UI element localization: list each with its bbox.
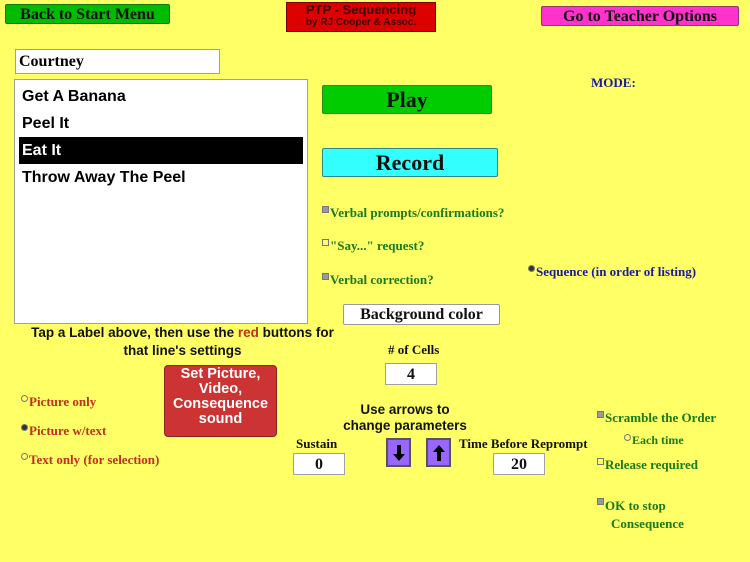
list-item[interactable]: Peel It — [19, 110, 303, 137]
each-time-radio[interactable]: Each time — [624, 433, 684, 448]
text-only-radio[interactable]: Text only (for selection) — [21, 452, 159, 468]
ok-to-stop-label-line1: OK to stop — [605, 498, 666, 513]
radio-selected-icon — [21, 424, 28, 431]
app-subtitle: by RJ Cooper & Assoc. — [305, 17, 417, 28]
sequence-order-radio[interactable]: Sequence (in order of listing) — [528, 264, 696, 280]
checkbox-unchecked-icon — [597, 458, 604, 465]
arrows-hint-line1: Use arrows to — [360, 402, 450, 417]
reprompt-label: Time Before Reprompt — [459, 436, 588, 451]
verbal-prompts-checkbox[interactable]: Verbal prompts/confirmations? — [322, 205, 504, 221]
checkbox-checked-icon — [322, 206, 329, 213]
back-to-start-menu-button[interactable]: Back to Start Menu — [5, 4, 170, 24]
verbal-correction-label: Verbal correction? — [330, 272, 434, 287]
app-title-banner: PTP - Sequencing by RJ Cooper & Assoc. — [286, 2, 436, 32]
radio-selected-icon — [528, 265, 535, 272]
up-arrow-icon — [432, 444, 445, 461]
app-title: PTP - Sequencing — [305, 2, 417, 17]
scramble-order-checkbox[interactable]: Scramble the Order — [597, 410, 716, 426]
picture-with-text-label: Picture w/text — [29, 423, 107, 438]
set-picture-video-sound-button[interactable]: Set Picture, Video, Consequence sound — [164, 365, 277, 437]
list-item[interactable]: Throw Away The Peel — [19, 164, 303, 191]
picture-only-label: Picture only — [29, 394, 97, 409]
student-name-field[interactable] — [15, 49, 220, 74]
picture-with-text-radio[interactable]: Picture w/text — [21, 423, 106, 439]
checkbox-checked-icon — [597, 498, 604, 505]
go-to-teacher-options-button[interactable]: Go to Teacher Options — [541, 6, 739, 26]
instructions-part1: Tap a Label above, then use the — [31, 325, 238, 340]
say-request-checkbox[interactable]: "Say..." request? — [322, 238, 424, 254]
instructions-part2: buttons for — [258, 325, 334, 340]
verbal-correction-checkbox[interactable]: Verbal correction? — [322, 272, 434, 288]
text-only-label: Text only (for selection) — [29, 452, 160, 467]
radio-unselected-icon — [624, 434, 631, 441]
verbal-prompts-label: Verbal prompts/confirmations? — [330, 205, 505, 220]
radio-unselected-icon — [21, 395, 28, 402]
instructions-red-word: red — [237, 325, 259, 340]
say-request-label: "Say..." request? — [330, 238, 425, 253]
scramble-order-label: Scramble the Order — [605, 410, 717, 425]
instructions-line2: that line's settings — [123, 343, 242, 358]
down-arrow-icon — [392, 444, 405, 461]
background-color-button[interactable]: Background color — [343, 304, 500, 325]
sequence-order-label: Sequence (in order of listing) — [536, 264, 697, 279]
decrease-arrow-button[interactable] — [386, 438, 411, 467]
play-button[interactable]: Play — [322, 85, 492, 114]
cells-label: # of Cells — [388, 342, 440, 357]
arrows-hint: Use arrows to change parameters — [340, 402, 470, 434]
arrows-hint-line2: change parameters — [343, 418, 467, 433]
release-required-checkbox[interactable]: Release required — [597, 457, 698, 473]
checkbox-checked-icon — [322, 273, 329, 280]
sustain-label: Sustain — [296, 436, 338, 451]
instructions-text: Tap a Label above, then use the red butt… — [10, 324, 355, 360]
cells-value-field[interactable]: 4 — [385, 363, 437, 385]
ok-to-stop-consequence-checkbox[interactable]: OK to stop Consequence — [597, 497, 684, 533]
reprompt-value-field[interactable]: 20 — [493, 453, 545, 475]
mode-label: MODE: — [591, 75, 636, 90]
radio-unselected-icon — [21, 453, 28, 460]
increase-arrow-button[interactable] — [426, 438, 451, 467]
sequence-list[interactable]: Get A Banana Peel It Eat It Throw Away T… — [14, 79, 308, 324]
list-item-selected[interactable]: Eat It — [19, 137, 303, 164]
release-required-label: Release required — [605, 457, 699, 472]
each-time-label: Each time — [632, 433, 684, 447]
sustain-value-field[interactable]: 0 — [293, 453, 345, 475]
checkbox-unchecked-icon — [322, 239, 329, 246]
ok-to-stop-label-line2: Consequence — [611, 516, 684, 531]
list-item[interactable]: Get A Banana — [19, 83, 303, 110]
checkbox-checked-icon — [597, 411, 604, 418]
record-button[interactable]: Record — [322, 148, 498, 177]
picture-only-radio[interactable]: Picture only — [21, 394, 96, 410]
